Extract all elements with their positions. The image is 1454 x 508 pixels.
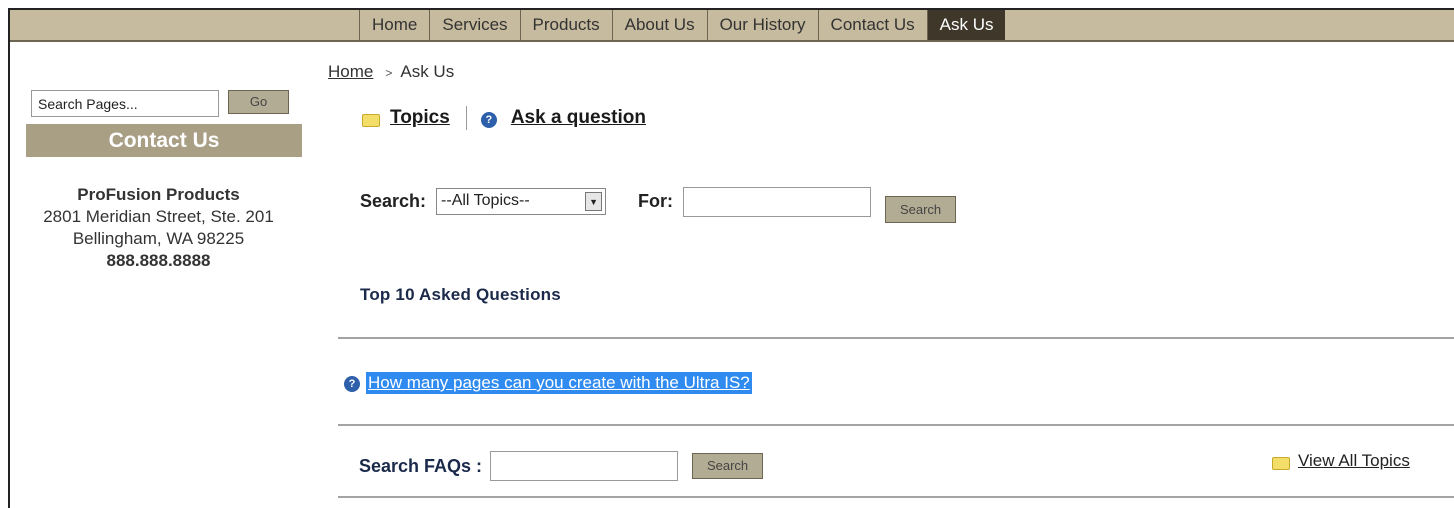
- tool-links: Topics ? Ask a question: [362, 106, 646, 130]
- topic-select[interactable]: --All Topics-- ▼: [436, 188, 607, 215]
- faq-search-button[interactable]: Search: [692, 453, 764, 479]
- for-input[interactable]: [683, 186, 872, 217]
- link-divider: [465, 106, 467, 130]
- city-address: Bellingham, WA 98225: [72, 229, 245, 248]
- street-address: 2801 Meridian Street, Ste. 201: [43, 207, 274, 226]
- divider: [338, 496, 1454, 498]
- view-all-topics-link[interactable]: View All Topics: [1298, 451, 1410, 471]
- nav-products[interactable]: Products: [519, 10, 612, 40]
- search-pages-input[interactable]: [31, 90, 219, 117]
- breadcrumb: Home > Ask Us: [328, 62, 454, 82]
- nav-about-us[interactable]: About Us: [611, 10, 707, 40]
- view-all-topics[interactable]: View All Topics: [1272, 451, 1410, 471]
- go-button[interactable]: Go: [228, 90, 289, 114]
- chevron-down-icon[interactable]: ▼: [585, 192, 603, 211]
- nav-contact-us[interactable]: Contact Us: [817, 10, 927, 40]
- topic-select-value: --All Topics--: [441, 192, 530, 209]
- faq-search-row: Search FAQs : Search: [359, 451, 764, 481]
- question-link[interactable]: How many pages can you create with the U…: [366, 372, 752, 394]
- top-questions-heading: Top 10 Asked Questions: [360, 285, 561, 304]
- faq-search-label: Search FAQs :: [359, 455, 483, 476]
- search-button[interactable]: Search: [885, 196, 957, 223]
- search-label: Search:: [360, 191, 427, 211]
- nav-services[interactable]: Services: [429, 10, 519, 40]
- contact-address: ProFusion Products 2801 Meridian Street,…: [16, 184, 301, 272]
- nav-home[interactable]: Home: [359, 10, 429, 40]
- breadcrumb-separator: >: [385, 66, 393, 80]
- nav-ask-us[interactable]: Ask Us: [926, 10, 1006, 40]
- divider: [338, 337, 1454, 339]
- nav-our-history[interactable]: Our History: [706, 10, 818, 40]
- topic-search-row: Search: --All Topics-- ▼ For: Search: [360, 180, 957, 223]
- ask-question-link[interactable]: Ask a question: [511, 107, 646, 129]
- help-icon: ?: [480, 112, 497, 128]
- contact-us-header: Contact Us: [26, 124, 302, 157]
- breadcrumb-current: Ask Us: [400, 62, 455, 81]
- topics-link[interactable]: Topics: [390, 107, 450, 129]
- company-name: ProFusion Products: [77, 185, 240, 204]
- faq-search-input[interactable]: [490, 451, 679, 481]
- folder-icon: [362, 113, 380, 127]
- phone-number: 888.888.8888: [106, 251, 211, 270]
- help-icon: ?: [344, 376, 360, 392]
- for-label: For:: [638, 191, 674, 211]
- folder-icon: [1272, 456, 1290, 470]
- nav-items: Home Services Products About Us Our Hist…: [359, 10, 1006, 40]
- page-frame: Home Services Products About Us Our Hist…: [8, 8, 1454, 508]
- list-item: ? How many pages can you create with the…: [344, 372, 752, 394]
- breadcrumb-home-link[interactable]: Home: [328, 62, 373, 81]
- divider: [338, 424, 1454, 426]
- top-navigation: Home Services Products About Us Our Hist…: [10, 10, 1454, 42]
